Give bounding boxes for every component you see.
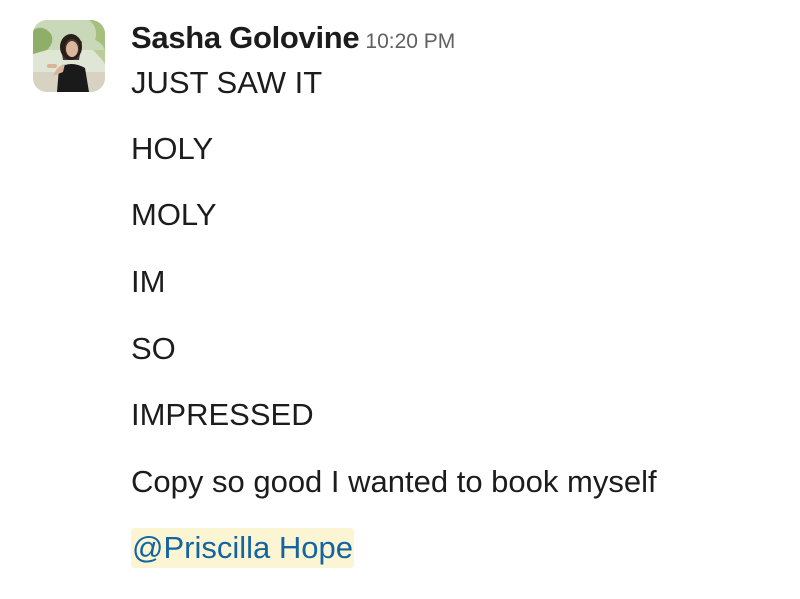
message-line: Copy so good I wanted to book myself [131, 464, 657, 499]
message-line: SO [131, 331, 176, 366]
message-line: HOLY [131, 131, 214, 166]
message-line: JUST SAW IT [131, 65, 323, 100]
avatar-photo-icon [33, 20, 105, 92]
message-line: MOLY [131, 197, 217, 232]
message-header: Sasha Golovine 10:20 PM [131, 20, 455, 56]
message-line: IMPRESSED [131, 397, 314, 432]
message-timestamp[interactable]: 10:20 PM [365, 30, 455, 53]
message-line: IM [131, 264, 166, 299]
user-mention[interactable]: @Priscilla Hope [131, 528, 354, 568]
user-avatar[interactable] [33, 20, 105, 92]
sender-name[interactable]: Sasha Golovine [131, 20, 360, 55]
chat-message: Sasha Golovine 10:20 PM JUST SAW IT HOLY … [0, 0, 800, 599]
